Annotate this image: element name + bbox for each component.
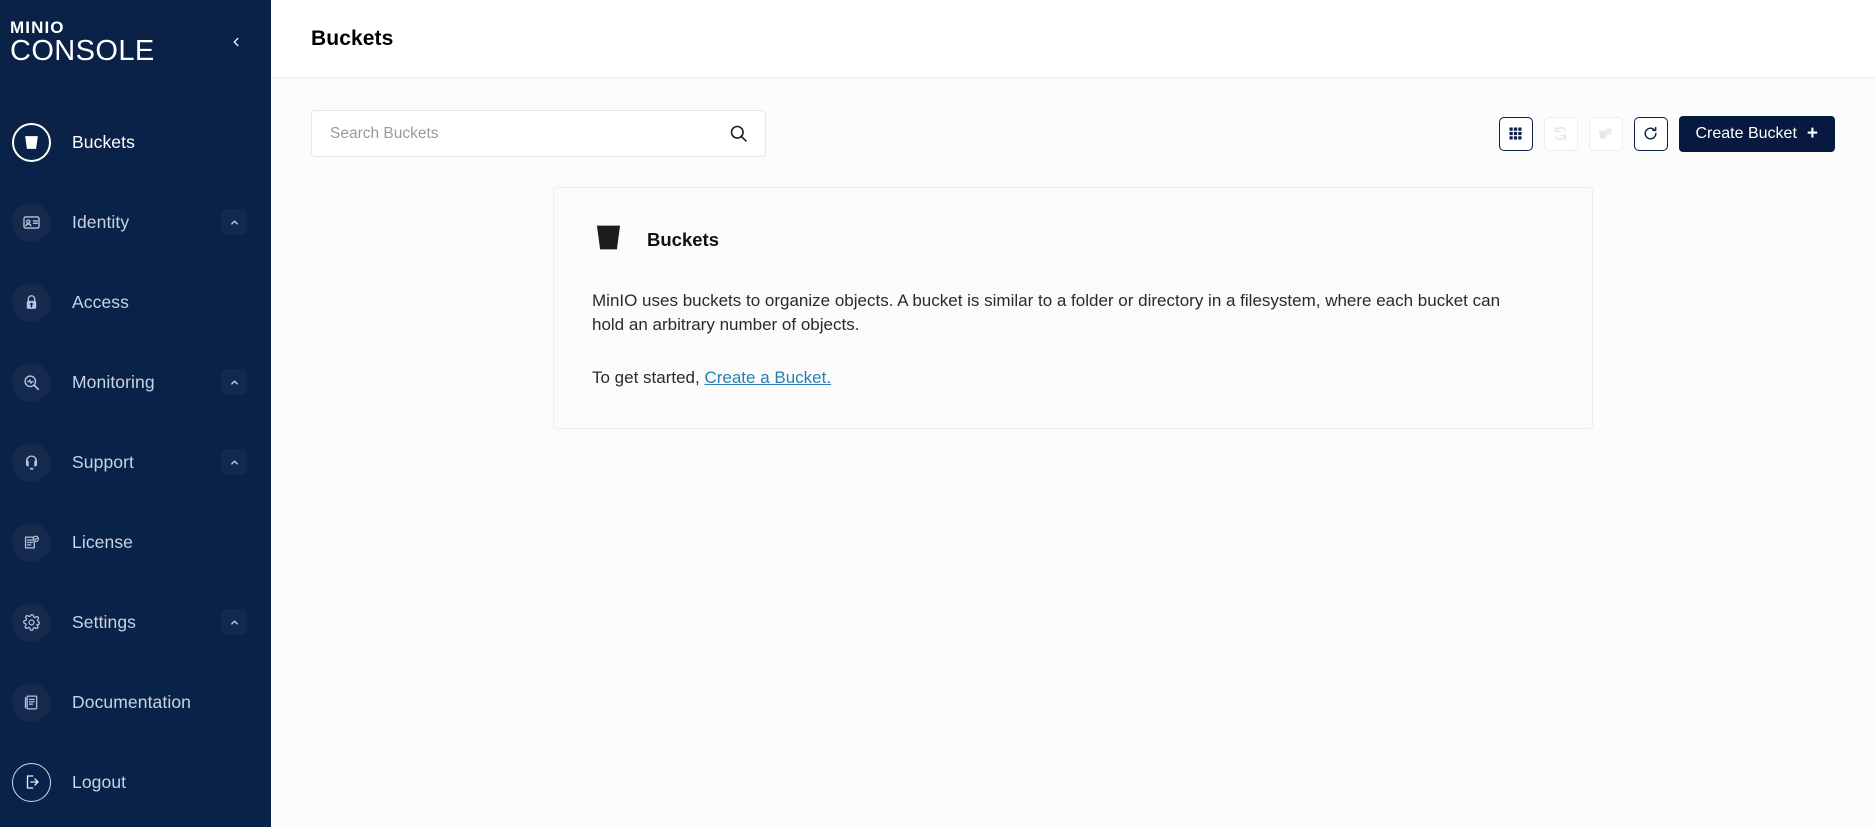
logo-minio-text: MINIO bbox=[10, 17, 65, 37]
sidebar-item-logout[interactable]: Logout bbox=[0, 742, 271, 822]
card-title: Buckets bbox=[647, 229, 719, 250]
sidebar-header: MINIO CONSOLE bbox=[0, 0, 271, 84]
sidebar-item-documentation[interactable]: Documentation bbox=[0, 662, 271, 742]
toolbar: Create Bucket + bbox=[311, 78, 1835, 157]
sidebar-item-access[interactable]: Access bbox=[0, 262, 271, 342]
sidebar-item-support[interactable]: Support bbox=[0, 422, 271, 502]
create-bucket-label: Create Bucket bbox=[1695, 124, 1797, 142]
sidebar-item-label: Buckets bbox=[72, 131, 135, 152]
card-cta-prefix: To get started, bbox=[592, 367, 705, 387]
buckets-empty-state-card: Buckets MinIO uses buckets to organize o… bbox=[553, 187, 1593, 429]
toolbar-actions: Create Bucket + bbox=[1498, 115, 1835, 152]
sidebar-item-label: Identity bbox=[72, 211, 130, 232]
card-description: MinIO uses buckets to organize objects. … bbox=[592, 291, 1501, 335]
sidebar-item-buckets[interactable]: Buckets bbox=[0, 102, 271, 182]
create-bucket-button[interactable]: Create Bucket + bbox=[1678, 115, 1835, 152]
chevron-up-icon[interactable] bbox=[221, 449, 247, 475]
card-header: Buckets bbox=[592, 221, 1554, 259]
sidebar-item-settings[interactable]: Settings bbox=[0, 582, 271, 662]
bucket-icon bbox=[12, 122, 51, 162]
sidebar-item-label: Monitoring bbox=[72, 371, 155, 392]
search-input[interactable] bbox=[330, 124, 728, 143]
sidebar-item-label: Settings bbox=[72, 611, 137, 632]
sidebar-item-license[interactable]: License bbox=[0, 502, 271, 582]
multi-bucket-icon[interactable] bbox=[1588, 116, 1623, 151]
refresh-icon[interactable] bbox=[1633, 116, 1668, 151]
sidebar-item-label: Documentation bbox=[72, 691, 192, 712]
logout-icon bbox=[12, 762, 51, 802]
minio-console-logo: MINIO CONSOLE bbox=[10, 19, 155, 66]
sidebar-nav: Buckets Identity Access Monitoring Suppo… bbox=[0, 84, 271, 827]
page-header: Buckets bbox=[271, 0, 1875, 78]
gear-icon bbox=[12, 602, 51, 642]
id-card-icon bbox=[12, 202, 51, 242]
sidebar-item-label: Access bbox=[72, 291, 130, 312]
chevron-up-icon[interactable] bbox=[221, 209, 247, 235]
create-a-bucket-link[interactable]: Create a Bucket. bbox=[704, 368, 831, 387]
plus-icon: + bbox=[1806, 123, 1818, 144]
chevron-up-icon[interactable] bbox=[221, 609, 247, 635]
grid-view-icon[interactable] bbox=[1498, 116, 1533, 151]
page-content: Create Bucket + Buckets MinIO uses bucke… bbox=[271, 78, 1875, 827]
headset-icon bbox=[12, 442, 51, 482]
sidebar-item-identity[interactable]: Identity bbox=[0, 182, 271, 262]
lock-icon bbox=[12, 282, 51, 322]
sidebar-item-monitoring[interactable]: Monitoring bbox=[0, 342, 271, 422]
monitoring-icon bbox=[12, 362, 51, 402]
license-doc-icon bbox=[12, 522, 51, 562]
sidebar-item-label: Support bbox=[72, 451, 134, 472]
sidebar-item-label: License bbox=[72, 531, 134, 552]
bucket-icon bbox=[592, 221, 625, 259]
search-icon[interactable] bbox=[728, 123, 749, 144]
app-root: MINIO CONSOLE Buckets Identity Access Mo… bbox=[0, 0, 1875, 827]
logo-console-text: CONSOLE bbox=[10, 34, 155, 67]
sidebar-item-label: Logout bbox=[72, 771, 127, 792]
sync-icon[interactable] bbox=[1543, 116, 1578, 151]
chevron-up-icon[interactable] bbox=[221, 369, 247, 395]
book-icon bbox=[12, 682, 51, 722]
main-area: Buckets Search Buckets Create Bucket + B… bbox=[271, 0, 1875, 827]
card-cta: To get started, Create a Bucket. bbox=[592, 368, 1554, 388]
chevron-left-icon[interactable] bbox=[223, 29, 249, 55]
search-buckets-box[interactable] bbox=[311, 110, 766, 157]
page-title: Buckets bbox=[311, 26, 394, 50]
sidebar: MINIO CONSOLE Buckets Identity Access Mo… bbox=[0, 0, 271, 827]
